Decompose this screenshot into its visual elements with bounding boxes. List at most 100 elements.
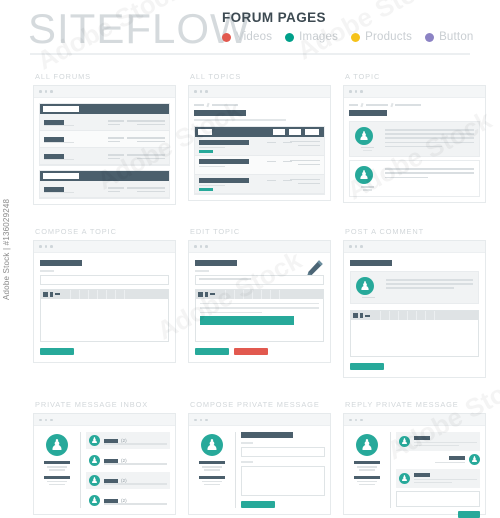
save-button[interactable] <box>195 347 229 355</box>
toolbar-slot[interactable] <box>253 289 262 299</box>
toolbar-slot[interactable] <box>417 311 426 321</box>
toolbar-slot[interactable] <box>235 289 244 299</box>
toolbar-slot[interactable] <box>244 289 253 299</box>
list-item[interactable]: ♟ (2) <box>86 492 170 509</box>
window-dot-icon[interactable] <box>50 90 53 93</box>
table-row[interactable] <box>195 155 324 175</box>
window-dot-icon[interactable] <box>50 418 53 422</box>
avatar[interactable]: ♟ <box>89 475 100 487</box>
link-icon[interactable] <box>365 314 370 317</box>
italic-icon[interactable] <box>50 291 53 297</box>
avatar[interactable]: ♟ <box>399 473 410 485</box>
breadcrumb-item[interactable] <box>395 104 422 106</box>
window-dot-icon[interactable] <box>360 245 363 248</box>
italic-icon[interactable] <box>205 291 208 297</box>
toolbar-slot[interactable] <box>372 311 381 321</box>
toolbar-slot[interactable] <box>408 311 417 321</box>
table-row[interactable] <box>195 174 324 194</box>
list-item[interactable]: ♟ (2) <box>86 432 170 450</box>
window-dot-icon[interactable] <box>354 418 358 422</box>
bold-icon[interactable] <box>198 291 203 297</box>
message-textarea[interactable] <box>241 465 325 496</box>
avatar[interactable]: ♟ <box>46 434 68 457</box>
title-input[interactable] <box>40 274 169 285</box>
window-dot-icon[interactable] <box>205 418 208 422</box>
editor-textarea[interactable] <box>196 299 323 341</box>
send-button[interactable] <box>458 511 480 518</box>
toolbar-slot[interactable] <box>226 289 235 299</box>
table-row[interactable] <box>40 148 169 165</box>
list-item[interactable]: ♟ (2) <box>86 452 170 469</box>
avatar[interactable]: ♟ <box>89 455 100 467</box>
toolbar-slot[interactable] <box>381 311 390 321</box>
window-dot-icon[interactable] <box>349 90 352 93</box>
breadcrumb-item[interactable] <box>212 104 238 106</box>
window-dot-icon[interactable] <box>205 90 208 93</box>
breadcrumb-item[interactable] <box>194 104 204 106</box>
breadcrumb[interactable] <box>349 102 480 108</box>
window-dot-icon[interactable] <box>199 90 203 93</box>
editor-textarea[interactable] <box>41 299 168 341</box>
avatar[interactable]: ♟ <box>89 435 100 447</box>
window-dot-icon[interactable] <box>39 90 42 93</box>
window-dot-icon[interactable] <box>39 418 42 422</box>
window-dot-icon[interactable] <box>44 90 48 93</box>
send-button[interactable] <box>241 500 275 508</box>
window-dot-icon[interactable] <box>199 418 203 422</box>
toolbar-slot[interactable] <box>89 289 98 299</box>
avatar[interactable]: ♟ <box>399 436 410 448</box>
table-row[interactable] <box>195 136 324 156</box>
post-author[interactable]: ♟ <box>355 127 379 152</box>
submit-button[interactable] <box>40 347 74 355</box>
toolbar-slot[interactable] <box>116 289 125 299</box>
window-dot-icon[interactable] <box>44 418 48 422</box>
link-icon[interactable] <box>210 293 215 296</box>
avatar[interactable]: ♟ <box>355 166 373 185</box>
window-dot-icon[interactable] <box>194 90 197 93</box>
window-dot-icon[interactable] <box>39 245 42 248</box>
window-dot-icon[interactable] <box>360 418 363 422</box>
title-input[interactable] <box>195 274 324 285</box>
breadcrumb-item[interactable] <box>365 104 388 106</box>
toolbar-slot[interactable] <box>262 289 271 299</box>
list-item[interactable]: ♟ (2) <box>86 472 170 490</box>
post-author[interactable]: ♟ <box>355 166 379 191</box>
breadcrumb-item[interactable] <box>349 104 358 106</box>
avatar[interactable]: ♟ <box>89 495 100 507</box>
avatar[interactable]: ♟ <box>356 277 374 295</box>
bold-icon[interactable] <box>353 313 358 319</box>
delete-button[interactable] <box>234 347 268 355</box>
window-dot-icon[interactable] <box>199 245 203 248</box>
window-dot-icon[interactable] <box>194 245 197 248</box>
reply-textarea[interactable] <box>396 491 480 508</box>
table-row[interactable] <box>40 131 169 148</box>
toolbar-slot[interactable] <box>271 289 280 299</box>
toolbar-slot[interactable] <box>399 311 408 321</box>
avatar[interactable]: ♟ <box>355 127 373 145</box>
window-dot-icon[interactable] <box>205 245 208 248</box>
italic-icon[interactable] <box>360 313 363 319</box>
window-dot-icon[interactable] <box>50 245 53 248</box>
avatar[interactable]: ♟ <box>469 454 480 466</box>
table-row[interactable] <box>40 114 169 131</box>
toolbar-slot[interactable] <box>98 289 107 299</box>
toolbar-slot[interactable] <box>107 289 116 299</box>
table-row[interactable] <box>40 181 169 198</box>
recipient-input[interactable] <box>241 446 325 457</box>
window-dot-icon[interactable] <box>194 418 197 422</box>
bold-icon[interactable] <box>43 291 48 297</box>
window-dot-icon[interactable] <box>349 245 352 248</box>
toolbar-slot[interactable] <box>71 289 80 299</box>
window-dot-icon[interactable] <box>354 245 358 248</box>
avatar[interactable]: ♟ <box>201 434 223 457</box>
avatar[interactable]: ♟ <box>356 434 378 457</box>
toolbar-slot[interactable] <box>426 311 435 321</box>
link-icon[interactable] <box>55 293 60 296</box>
submit-button[interactable] <box>350 363 384 371</box>
window-dot-icon[interactable] <box>349 418 352 422</box>
window-dot-icon[interactable] <box>360 90 363 93</box>
toolbar-slot[interactable] <box>390 311 399 321</box>
post-author[interactable]: ♟ <box>356 277 380 299</box>
window-dot-icon[interactable] <box>44 245 48 248</box>
editor-textarea[interactable] <box>351 320 478 356</box>
